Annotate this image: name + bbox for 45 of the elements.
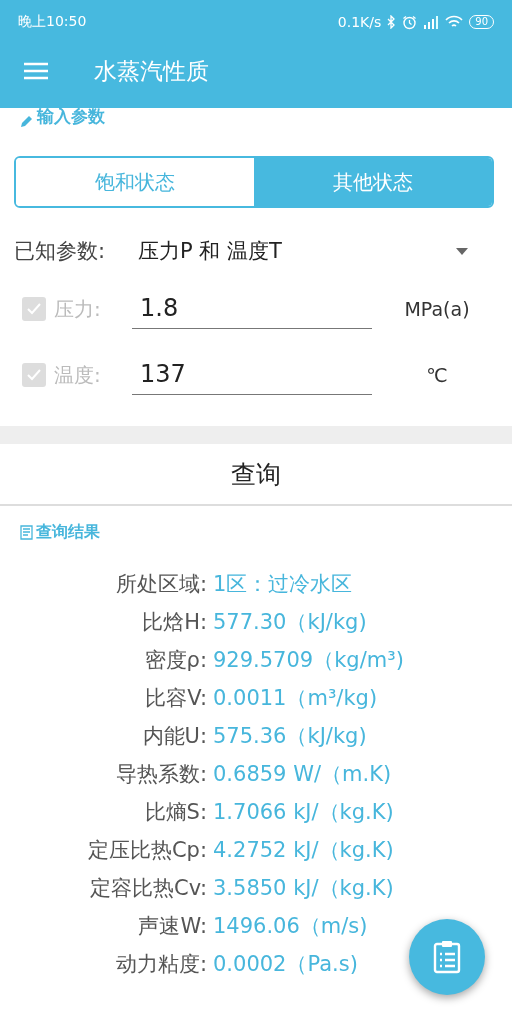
result-value: 1区：过冷水区 (212, 571, 354, 598)
result-value: 929.5709（kg/m³) (212, 647, 404, 674)
result-label: 比焓H: (141, 609, 207, 636)
section-title: 输入参数 (37, 105, 105, 128)
network-speed: 0.1K/s (337, 14, 382, 30)
result-label: 比容V: (144, 685, 207, 712)
result-value: 0.6859 W/（m.K) (212, 761, 393, 788)
wifi-icon (445, 15, 464, 29)
pencil-icon (20, 114, 34, 128)
status-time: 晚上10:50 (18, 13, 87, 31)
section-title: 查询结果 (36, 522, 100, 543)
clipboard-icon (432, 940, 462, 974)
field-label: 温度: (54, 361, 102, 389)
result-value: 0.0002（Pa.s) (212, 951, 359, 978)
result-label: 导热系数: (114, 761, 207, 788)
clipboard-button[interactable] (409, 919, 485, 995)
result-label: 定压比热Cp: (86, 837, 207, 864)
result-value: 0.0011（m³/kg) (212, 685, 379, 712)
unit-label: ℃ (425, 364, 449, 386)
unit-label: MPa(a) (403, 298, 471, 320)
document-icon (20, 525, 33, 540)
result-value: 577.30（kJ/kg) (212, 609, 368, 636)
result-label: 密度ρ: (143, 647, 207, 674)
menu-icon[interactable] (24, 62, 48, 80)
known-params-label: 已知参数: (14, 238, 107, 265)
signal-icon (423, 15, 440, 29)
field-label: 压力: (54, 295, 102, 323)
result-label: 声速W: (137, 913, 207, 940)
caret-icon (456, 247, 468, 255)
result-label: 所处区域: (114, 571, 207, 598)
result-value: 1496.06（m/s) (212, 913, 369, 940)
result-label: 定容比热Cv: (88, 875, 207, 902)
result-label: 内能U: (141, 723, 207, 750)
params-dropdown[interactable]: 压力P 和 温度T (138, 237, 512, 265)
result-value: 4.2752 kJ/（kg.K) (212, 837, 395, 864)
result-value: 1.7066 kJ/（kg.K) (212, 799, 395, 826)
result-value: 575.36（kJ/kg) (212, 723, 368, 750)
app-title: 水蒸汽性质 (94, 56, 209, 86)
bluetooth-icon (387, 15, 397, 29)
check-icon (27, 303, 41, 315)
result-label: 比熵S: (143, 799, 207, 826)
result-value: 3.5850 kJ/（kg.K) (212, 875, 395, 902)
result-label: 动力粘度: (114, 951, 207, 978)
check-icon (27, 369, 41, 381)
alarm-icon (402, 14, 418, 30)
